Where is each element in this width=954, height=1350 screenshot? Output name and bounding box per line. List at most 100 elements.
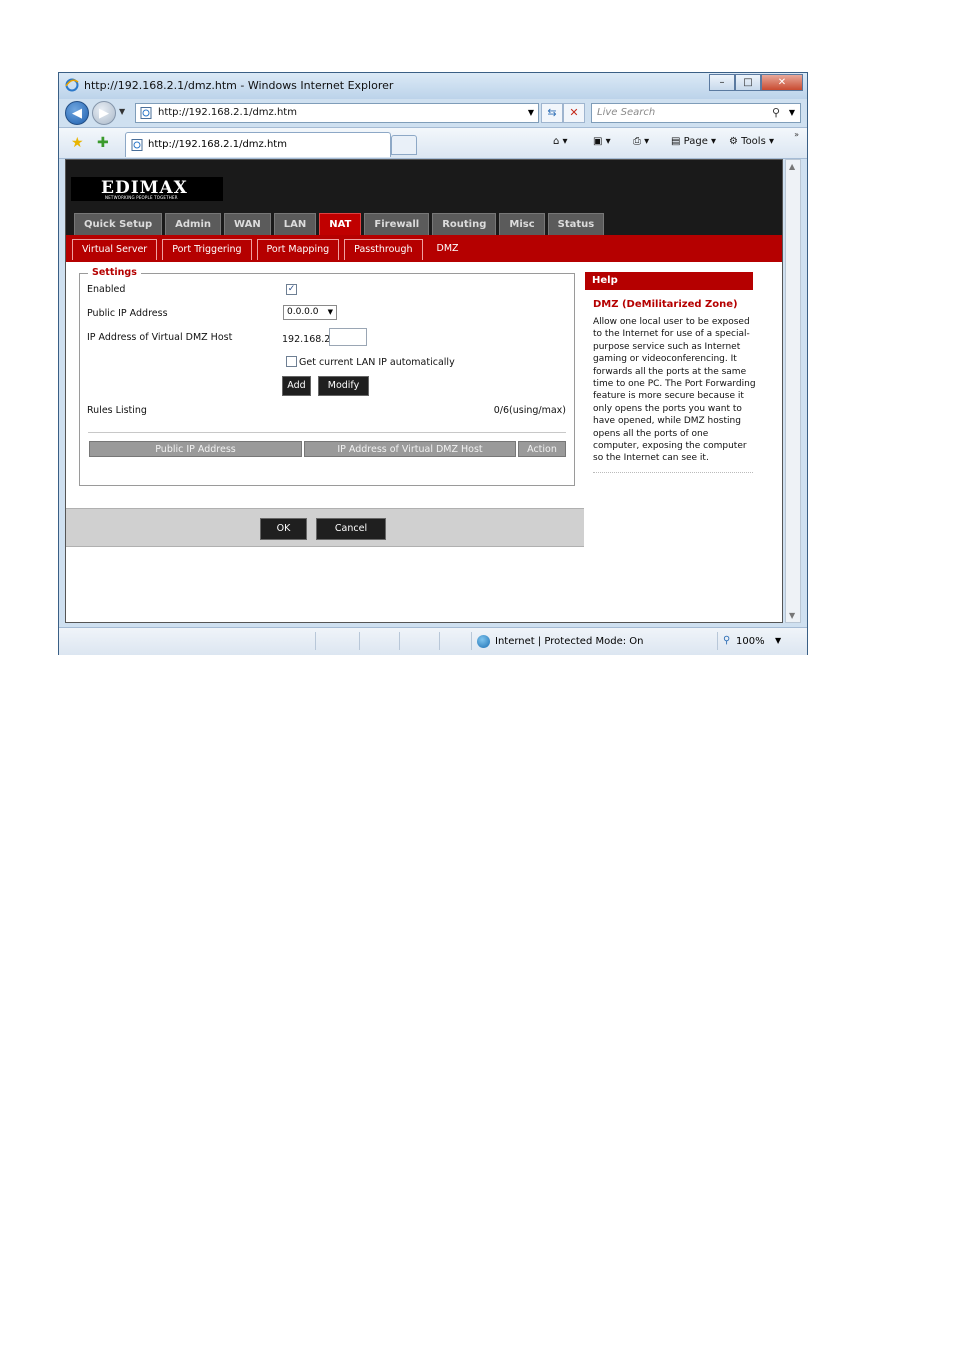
enabled-label: Enabled	[87, 284, 126, 295]
help-header: Help	[585, 272, 753, 290]
help-title: DMZ (DeMilitarized Zone)	[593, 299, 738, 310]
help-text: Allow one local user to be exposed to th…	[593, 317, 756, 464]
back-button[interactable]: ◀	[65, 101, 89, 125]
address-url[interactable]: http://192.168.2.1/dmz.htm	[158, 107, 297, 118]
close-window-button[interactable]: ✕	[761, 74, 803, 91]
arrow-right-icon: ▶	[99, 105, 109, 121]
page-icon	[140, 107, 152, 119]
add-favorites-icon[interactable]: ✚	[97, 135, 109, 151]
modify-button[interactable]: Modify	[318, 376, 369, 396]
new-tab-button[interactable]	[391, 135, 417, 155]
arrow-left-icon: ◀	[72, 105, 82, 121]
tab-nat[interactable]: NAT	[319, 213, 362, 235]
ie-logo-icon	[65, 78, 79, 92]
add-button[interactable]: Add	[282, 376, 311, 396]
subtab-passthrough[interactable]: Passthrough	[344, 239, 423, 260]
page-menu[interactable]: ▤ Page ▾	[671, 136, 716, 147]
favorites-star-icon[interactable]: ★	[71, 135, 84, 151]
zoom-level[interactable]: 100%	[736, 636, 765, 647]
command-bar: ★ ✚ http://192.168.2.1/dmz.htm ⌂ ▾ ▣ ▾ ⎙…	[59, 127, 807, 159]
settings-panel: Settings Enabled ✓ Public IP Address 0.0…	[79, 267, 575, 486]
status-divider	[439, 632, 440, 650]
help-divider	[593, 472, 753, 473]
tab-status[interactable]: Status	[547, 213, 605, 235]
minimize-button[interactable]: –	[709, 74, 735, 91]
header-public-ip: Public IP Address	[89, 441, 302, 457]
zoom-icon: ⚲	[723, 635, 731, 646]
page-menu-icon: ▤	[671, 136, 684, 147]
rules-listing-label: Rules Listing	[87, 405, 147, 416]
header-action: Action	[518, 441, 566, 457]
stop-icon: ✕	[569, 106, 579, 119]
stop-button[interactable]: ✕	[563, 103, 585, 123]
edimax-logo: EDIMAX NETWORKING PEOPLE TOGETHER	[71, 177, 223, 201]
sub-tab-bar: Virtual Server Port Triggering Port Mapp…	[66, 235, 782, 262]
tools-menu[interactable]: ⚙ Tools ▾	[729, 136, 774, 147]
check-icon: ✓	[287, 284, 296, 294]
rules-count: 0/6(using/max)	[493, 405, 566, 416]
chevron-down-icon: ▼	[327, 308, 333, 316]
home-icon[interactable]: ⌂ ▾	[553, 136, 568, 147]
subtab-port-triggering[interactable]: Port Triggering	[162, 239, 252, 260]
status-divider	[399, 632, 400, 650]
dmz-host-input[interactable]	[329, 328, 367, 346]
search-icon[interactable]: ⚲	[772, 106, 780, 119]
tab-wan[interactable]: WAN	[224, 213, 271, 235]
dmz-host-label: IP Address of Virtual DMZ Host	[87, 332, 233, 343]
window-controls: – □ ✕	[709, 74, 803, 92]
tab-misc[interactable]: Misc	[499, 213, 545, 235]
auto-lan-label: Get current LAN IP automatically	[299, 357, 455, 368]
enabled-checkbox[interactable]: ✓	[286, 284, 297, 295]
page-icon	[131, 139, 143, 151]
refresh-button[interactable]: ⇆	[541, 103, 563, 123]
cancel-button[interactable]: Cancel	[316, 518, 386, 540]
tools-menu-label[interactable]: Tools	[741, 136, 766, 147]
globe-icon	[477, 635, 490, 648]
scroll-up-icon[interactable]: ▲	[789, 162, 795, 171]
search-placeholder[interactable]: Live Search	[597, 107, 655, 118]
router-page: EDIMAX NETWORKING PEOPLE TOGETHER Quick …	[66, 160, 782, 622]
tab-routing[interactable]: Routing	[432, 213, 497, 235]
window-title: http://192.168.2.1/dmz.htm - Windows Int…	[84, 79, 394, 92]
tab-firewall[interactable]: Firewall	[364, 213, 430, 235]
address-bar[interactable]: http://192.168.2.1/dmz.htm ▼	[135, 103, 539, 123]
address-dropdown-icon[interactable]: ▼	[528, 108, 534, 117]
subtab-port-mapping[interactable]: Port Mapping	[256, 239, 340, 260]
search-dropdown-icon[interactable]: ▼	[789, 108, 795, 117]
maximize-button[interactable]: □	[735, 74, 761, 91]
status-divider	[717, 632, 718, 650]
browser-tab[interactable]: http://192.168.2.1/dmz.htm	[125, 132, 391, 157]
page-content: EDIMAX NETWORKING PEOPLE TOGETHER Quick …	[65, 159, 783, 623]
auto-lan-checkbox[interactable]	[286, 356, 297, 367]
refresh-icon: ⇆	[547, 106, 557, 119]
status-bar: Internet | Protected Mode: On ⚲ 100% ▼	[59, 627, 807, 655]
tab-quick-setup[interactable]: Quick Setup	[74, 213, 163, 235]
tab-lan[interactable]: LAN	[273, 213, 317, 235]
subtab-virtual-server[interactable]: Virtual Server	[72, 239, 158, 260]
dmz-host-prefix: 192.168.2.	[282, 334, 334, 345]
forward-button[interactable]: ▶	[92, 101, 116, 125]
ok-button[interactable]: OK	[260, 518, 307, 540]
logo-tagline: NETWORKING PEOPLE TOGETHER	[105, 195, 178, 200]
action-bar: OK Cancel	[66, 508, 584, 547]
sub-tabs: Virtual Server Port Triggering Port Mapp…	[72, 239, 468, 260]
status-divider	[359, 632, 360, 650]
subtab-dmz[interactable]: DMZ	[428, 239, 468, 260]
feeds-icon[interactable]: ▣ ▾	[593, 136, 611, 147]
browser-window: http://192.168.2.1/dmz.htm - Windows Int…	[58, 72, 808, 655]
search-box[interactable]: Live Search ⚲ ▼	[591, 103, 801, 123]
zoom-dropdown-icon[interactable]: ▼	[775, 636, 781, 645]
public-ip-label: Public IP Address	[87, 308, 168, 319]
history-dropdown-icon[interactable]: ▼	[119, 107, 125, 116]
security-zone[interactable]: Internet | Protected Mode: On	[495, 636, 643, 647]
scroll-down-icon[interactable]: ▼	[789, 611, 795, 620]
page-menu-label[interactable]: Page	[684, 136, 708, 147]
tab-label[interactable]: http://192.168.2.1/dmz.htm	[148, 139, 287, 150]
tab-admin[interactable]: Admin	[165, 213, 222, 235]
vertical-scrollbar[interactable]: ▲ ▼	[785, 159, 801, 623]
chevron-more-icon[interactable]: »	[794, 130, 799, 139]
public-ip-select[interactable]: 0.0.0.0 ▼	[283, 305, 337, 320]
print-icon[interactable]: ⎙ ▾	[633, 136, 649, 147]
status-divider	[315, 632, 316, 650]
divider	[88, 432, 566, 433]
